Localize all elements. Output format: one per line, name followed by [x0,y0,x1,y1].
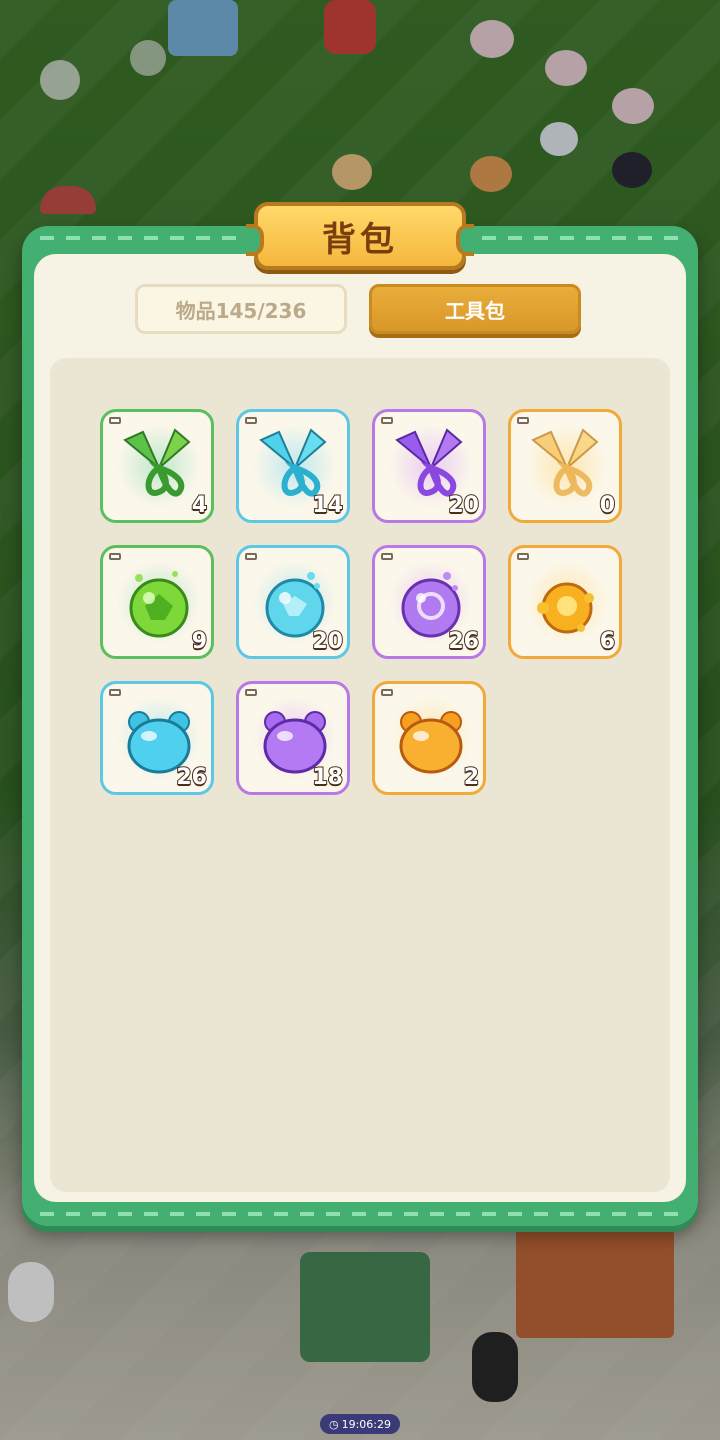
inventory-slot-orange-jelly[interactable]: 2 [372,681,486,795]
fertilizer-orb-icon [129,571,189,638]
item-count: 0 [599,492,616,519]
item-count: 26 [175,764,208,791]
inventory-slot-green-scissors[interactable]: 4 [100,409,214,523]
inventory-slot-cyan-orb[interactable]: 20 [236,545,350,659]
item-count: 9 [191,628,208,655]
scissors-icon [531,428,599,497]
inventory-slot-purple-orb[interactable]: 26 [372,545,486,659]
panel-title-plaque: 背包 [246,202,474,270]
inventory-slot-green-orb[interactable]: 9 [100,545,214,659]
inventory-slot-orange-scissors[interactable]: 0 [508,409,622,523]
inventory-slot-purple-jelly[interactable]: 18 [236,681,350,795]
item-count: 18 [311,764,344,791]
item-count: 4 [191,492,208,519]
time-badge: ◷ 19:06:29 [320,1414,400,1434]
inventory-slot-orange-orb[interactable]: 6 [508,545,622,659]
item-count: 20 [447,492,480,519]
bear-jelly-icon [399,711,463,774]
fertilizer-orb-icon [537,582,594,634]
clock-icon: ◷ [328,1417,339,1431]
item-count: 2 [463,764,480,791]
scissors-icon [123,428,191,497]
time-text: 19:06:29 [341,1417,391,1431]
tab-toolkit[interactable]: 工具包 [369,284,581,334]
inventory-slot-purple-scissors[interactable]: 20 [372,409,486,523]
inventory-slot-cyan-jelly[interactable]: 26 [100,681,214,795]
tab-items[interactable]: 物品145/236 [135,284,347,334]
item-count: 6 [599,628,616,655]
item-count: 20 [311,628,344,655]
panel-title: 背包 [322,219,398,260]
tab-items-label: 物品145/236 [175,298,307,323]
inventory-slot-cyan-scissors[interactable]: 14 [236,409,350,523]
item-count: 26 [447,628,480,655]
panel-border-decoration [40,1212,680,1216]
tab-toolkit-label: 工具包 [445,298,505,323]
item-count: 14 [311,492,344,519]
